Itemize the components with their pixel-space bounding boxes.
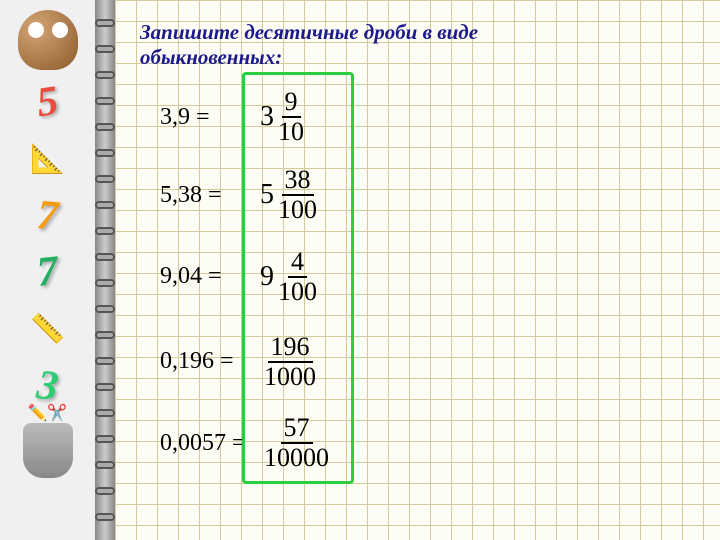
decimal-value: 9,04 =: [140, 263, 260, 290]
title-line-2: обыкновенных:: [140, 45, 282, 69]
problem-row: 0,196 = 196 1000: [140, 319, 695, 404]
denominator: 10000: [264, 444, 329, 471]
decorative-number-7-orange: 7: [35, 191, 60, 241]
decorative-number-5: 5: [34, 77, 61, 127]
numerator: 196: [268, 334, 313, 363]
whole-part: 9: [260, 261, 274, 293]
task-title: Запишите десятичные дроби в виде обыкнов…: [140, 20, 695, 70]
problems-container: 3,9 = 3 9 10 5,38 = 5 38 100 9,04 =: [140, 78, 695, 482]
decimal-value: 0,0057 =: [140, 430, 260, 457]
fraction-answer: 3 9 10: [260, 89, 304, 145]
fraction: 57 10000: [264, 415, 329, 471]
fraction-answer: 9 4 100: [260, 249, 317, 305]
spiral-binding: [95, 0, 115, 540]
fraction-answer: 196 1000: [260, 334, 316, 390]
denominator: 100: [278, 278, 317, 305]
pencil-cup-icon: [23, 423, 73, 478]
fraction: 196 1000: [264, 334, 316, 390]
owl-icon: [18, 10, 78, 70]
ruler-pencil-icon: [23, 134, 73, 184]
whole-part: 5: [260, 179, 274, 211]
fraction-answer: 5 38 100: [260, 167, 317, 223]
numerator: 57: [281, 415, 313, 444]
decimal-value: 0,196 =: [140, 348, 260, 375]
fraction: 4 100: [278, 249, 317, 305]
numerator: 9: [282, 89, 301, 118]
fraction: 38 100: [278, 167, 317, 223]
sidebar: 5 7 7 3: [0, 0, 95, 540]
title-line-1: Запишите десятичные дроби в виде: [140, 20, 478, 44]
compass-icon: [23, 304, 73, 354]
whole-part: 3: [260, 101, 274, 133]
fraction: 9 10: [278, 89, 304, 145]
problem-row: 9,04 = 9 4 100: [140, 234, 695, 319]
decimal-value: 5,38 =: [140, 182, 260, 209]
problem-row: 5,38 = 5 38 100: [140, 156, 695, 234]
problem-row: 3,9 = 3 9 10: [140, 78, 695, 156]
denominator: 10: [278, 118, 304, 145]
decimal-value: 3,9 =: [140, 104, 260, 131]
denominator: 1000: [264, 363, 316, 390]
problem-row: 0,0057 = 57 10000: [140, 404, 695, 482]
denominator: 100: [278, 196, 317, 223]
decorative-number-7-green: 7: [35, 247, 61, 297]
numerator: 38: [282, 167, 314, 196]
worksheet-page: Запишите десятичные дроби в виде обыкнов…: [115, 0, 720, 540]
fraction-answer: 57 10000: [260, 415, 329, 471]
numerator: 4: [288, 249, 307, 278]
